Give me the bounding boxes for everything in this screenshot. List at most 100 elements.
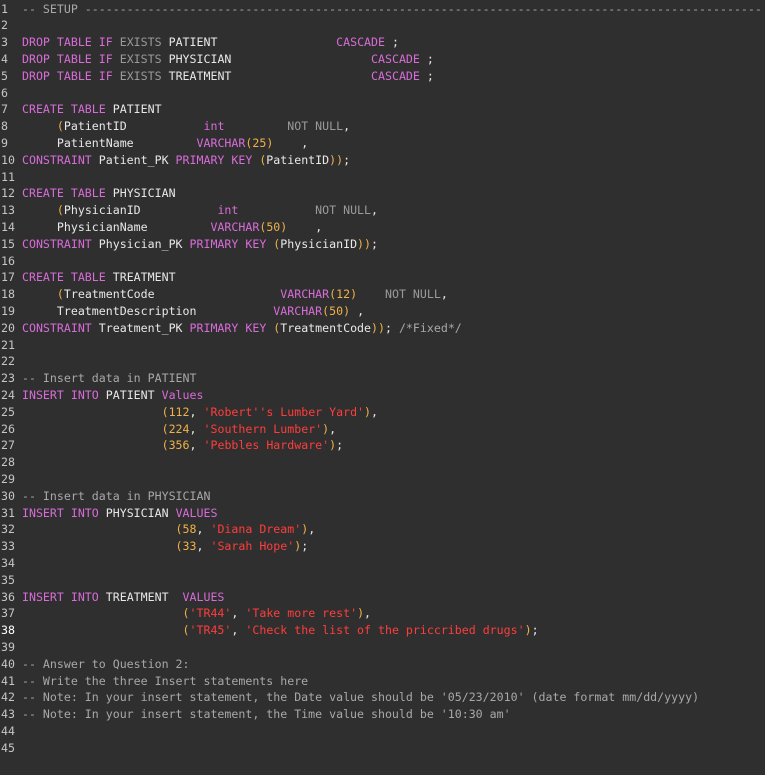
line-number: 16 bbox=[1, 253, 15, 268]
code-line[interactable]: 23 -- Insert data in PATIENT bbox=[0, 370, 765, 387]
code-text[interactable]: -- SETUP -------------------------------… bbox=[15, 2, 762, 16]
code-text[interactable] bbox=[15, 18, 22, 32]
code-text[interactable]: (TreatmentCode VARCHAR(12) NOT NULL, bbox=[15, 287, 448, 301]
code-text[interactable]: CREATE TABLE PHYSICIAN bbox=[15, 186, 176, 200]
code-line[interactable]: 15 CONSTRAINT Physician_PK PRIMARY KEY (… bbox=[0, 236, 765, 253]
code-line[interactable]: 3 DROP TABLE IF EXISTS PATIENT CASCADE ; bbox=[0, 34, 765, 51]
code-line[interactable]: 29 bbox=[0, 471, 765, 488]
code-text[interactable] bbox=[15, 254, 22, 268]
code-line[interactable]: 30 -- Insert data in PHYSICIAN bbox=[0, 488, 765, 505]
code-line[interactable]: 37 ('TR44', 'Take more rest'), bbox=[0, 605, 765, 622]
code-text[interactable]: (224, 'Southern Lumber'), bbox=[15, 421, 337, 436]
code-token: CASCADE bbox=[371, 68, 420, 83]
code-text[interactable] bbox=[15, 741, 22, 755]
code-line[interactable]: 40 -- Answer to Question 2: bbox=[0, 656, 765, 673]
code-text[interactable] bbox=[15, 86, 22, 100]
code-text[interactable] bbox=[15, 640, 22, 654]
code-line[interactable]: 6 bbox=[0, 85, 765, 102]
code-line[interactable]: 32 (58, 'Diana Dream'), bbox=[0, 521, 765, 538]
code-line[interactable]: 26 (224, 'Southern Lumber'), bbox=[0, 421, 765, 438]
code-line[interactable]: 33 (33, 'Sarah Hope'); bbox=[0, 538, 765, 555]
code-text[interactable]: PhysicianName VARCHAR(50) , bbox=[15, 220, 322, 234]
code-line[interactable]: 31 INSERT INTO PHYSICIAN VALUES bbox=[0, 505, 765, 522]
code-text[interactable]: (PhysicianID int NOT NULL, bbox=[15, 203, 378, 217]
code-text[interactable] bbox=[15, 472, 22, 486]
code-text[interactable]: CREATE TABLE PATIENT bbox=[15, 102, 162, 116]
code-line[interactable]: 7 CREATE TABLE PATIENT bbox=[0, 101, 765, 118]
code-line[interactable]: 18 (TreatmentCode VARCHAR(12) NOT NULL, bbox=[0, 286, 765, 303]
code-text[interactable]: DROP TABLE IF EXISTS PATIENT CASCADE ; bbox=[15, 35, 399, 49]
code-text[interactable]: TreatmentDescription VARCHAR(50) , bbox=[15, 304, 364, 318]
code-line[interactable]: 8 (PatientID int NOT NULL, bbox=[0, 118, 765, 135]
code-line[interactable]: 44 bbox=[0, 723, 765, 740]
code-line[interactable]: 34 bbox=[0, 555, 765, 572]
code-line[interactable]: 9 PatientName VARCHAR(25) , bbox=[0, 135, 765, 152]
code-line[interactable]: 5 DROP TABLE IF EXISTS TREATMENT CASCADE… bbox=[0, 68, 765, 85]
code-text[interactable]: ('TR45', 'Check the list of the priccrib… bbox=[15, 623, 539, 637]
code-text[interactable]: CONSTRAINT Physician_PK PRIMARY KEY (Phy… bbox=[15, 237, 378, 251]
code-token: VARCHAR bbox=[196, 135, 246, 150]
code-line[interactable]: 27 (356, 'Pebbles Hardware'); bbox=[0, 437, 765, 454]
code-line[interactable]: 20 CONSTRAINT Treatment_PK PRIMARY KEY (… bbox=[0, 320, 765, 337]
code-line[interactable]: 41 -- Write the three Insert statements … bbox=[0, 673, 765, 690]
code-text[interactable]: -- Insert data in PATIENT bbox=[15, 371, 197, 385]
code-text[interactable] bbox=[15, 573, 22, 587]
code-text[interactable] bbox=[15, 724, 22, 738]
code-text[interactable]: -- Insert data in PHYSICIAN bbox=[15, 489, 210, 503]
code-line[interactable]: 22 bbox=[0, 353, 765, 370]
code-token: PATIENT bbox=[112, 102, 162, 117]
code-text[interactable]: (PatientID int NOT NULL, bbox=[15, 119, 350, 133]
code-text[interactable]: DROP TABLE IF EXISTS PHYSICIAN CASCADE ; bbox=[15, 52, 434, 66]
code-text[interactable] bbox=[15, 556, 22, 570]
code-line[interactable]: 13 (PhysicianID int NOT NULL, bbox=[0, 202, 765, 219]
code-text[interactable]: (58, 'Diana Dream'), bbox=[15, 522, 316, 536]
code-text[interactable]: -- Note: In your insert statement, the T… bbox=[15, 707, 511, 721]
code-line[interactable]: 39 bbox=[0, 639, 765, 656]
code-text[interactable]: (112, 'Robert''s Lumber Yard'), bbox=[15, 405, 378, 419]
code-text[interactable]: INSERT INTO TREATMENT VALUES bbox=[15, 590, 224, 604]
code-text[interactable]: ('TR44', 'Take more rest'), bbox=[15, 606, 372, 620]
code-line[interactable]: 17 CREATE TABLE TREATMENT bbox=[0, 269, 765, 286]
code-line[interactable]: 2 bbox=[0, 17, 765, 34]
code-line[interactable]: 45 bbox=[0, 740, 765, 757]
code-line[interactable]: 11 bbox=[0, 169, 765, 186]
code-line[interactable]: 1 -- SETUP -----------------------------… bbox=[0, 1, 765, 18]
code-line[interactable]: 28 bbox=[0, 454, 765, 471]
code-text[interactable]: INSERT INTO PHYSICIAN VALUES bbox=[15, 506, 217, 520]
code-line[interactable]: 42 -- Note: In your insert statement, th… bbox=[0, 689, 765, 706]
code-text[interactable] bbox=[15, 170, 22, 184]
code-line[interactable]: 36 INSERT INTO TREATMENT VALUES bbox=[0, 589, 765, 606]
code-line[interactable]: 14 PhysicianName VARCHAR(50) , bbox=[0, 219, 765, 236]
code-text[interactable]: (356, 'Pebbles Hardware'); bbox=[15, 438, 344, 452]
code-text[interactable]: CREATE TABLE TREATMENT bbox=[15, 270, 176, 284]
code-text[interactable] bbox=[15, 354, 22, 368]
code-line[interactable]: 35 bbox=[0, 572, 765, 589]
code-line[interactable]: 12 CREATE TABLE PHYSICIAN bbox=[0, 185, 765, 202]
code-text[interactable]: -- Note: In your insert statement, the D… bbox=[15, 690, 699, 704]
code-line[interactable]: 4 DROP TABLE IF EXISTS PHYSICIAN CASCADE… bbox=[0, 51, 765, 68]
code-line[interactable]: 19 TreatmentDescription VARCHAR(50) , bbox=[0, 303, 765, 320]
code-line[interactable]: 10 CONSTRAINT Patient_PK PRIMARY KEY (Pa… bbox=[0, 152, 765, 169]
code-text[interactable]: INSERT INTO PATIENT Values bbox=[15, 388, 204, 402]
code-text[interactable]: CONSTRAINT Treatment_PK PRIMARY KEY (Tre… bbox=[15, 321, 462, 335]
code-text[interactable]: (33, 'Sarah Hope'); bbox=[15, 539, 309, 553]
code-token: 25 bbox=[252, 135, 267, 150]
code-line[interactable]: 25 (112, 'Robert''s Lumber Yard'), bbox=[0, 404, 765, 421]
code-text[interactable] bbox=[15, 338, 22, 352]
code-line[interactable]: 21 bbox=[0, 337, 765, 354]
code-editor[interactable]: 1 -- SETUP -----------------------------… bbox=[0, 0, 765, 775]
code-text[interactable]: -- Answer to Question 2: bbox=[15, 657, 190, 671]
code-text[interactable]: CONSTRAINT Patient_PK PRIMARY KEY (Patie… bbox=[15, 153, 350, 167]
code-line[interactable]: 38 ('TR45', 'Check the list of the pricc… bbox=[0, 622, 765, 639]
code-text[interactable]: PatientName VARCHAR(25) , bbox=[15, 136, 308, 150]
code-text[interactable] bbox=[15, 455, 22, 469]
code-line[interactable]: 24 INSERT INTO PATIENT Values bbox=[0, 387, 765, 404]
code-token: int bbox=[203, 119, 225, 134]
code-text[interactable]: -- Write the three Insert statements her… bbox=[15, 674, 308, 688]
code-line[interactable]: 43 -- Note: In your insert statement, th… bbox=[0, 706, 765, 723]
code-token: ( bbox=[161, 421, 169, 436]
code-line[interactable]: 16 bbox=[0, 253, 765, 270]
code-text[interactable]: DROP TABLE IF EXISTS TREATMENT CASCADE ; bbox=[15, 69, 434, 83]
